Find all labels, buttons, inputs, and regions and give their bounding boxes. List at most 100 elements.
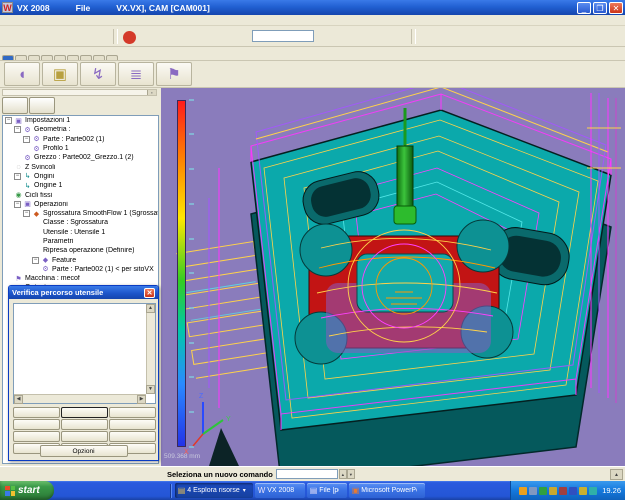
- maximize-button[interactable]: ❐: [593, 2, 607, 14]
- tree-expander-icon[interactable]: −: [14, 126, 21, 133]
- pick-button[interactable]: [61, 419, 108, 430]
- tree-cicli-fissi[interactable]: − ◉ Cicli fissi: [3, 190, 158, 199]
- dialog-title-bar[interactable]: Verifica percorso utensile ✕: [9, 286, 158, 299]
- pause-button[interactable]: [61, 407, 108, 418]
- close-button[interactable]: ✕: [609, 2, 623, 14]
- cam-setup-icon[interactable]: ◖: [4, 62, 40, 86]
- blank-button-1[interactable]: [61, 431, 108, 442]
- tree-geometria[interactable]: − ⚙ Geometria :: [3, 125, 158, 134]
- scroll-up-icon[interactable]: ▲: [146, 304, 155, 313]
- gold-app-icon[interactable]: [144, 485, 154, 497]
- show-desktop-icon[interactable]: [72, 485, 82, 497]
- tree-expander-icon[interactable]: −: [23, 136, 30, 143]
- tray-icon-4[interactable]: [549, 487, 557, 495]
- tab-3-assi-qm[interactable]: [54, 55, 66, 60]
- zoom-window-icon[interactable]: [418, 27, 435, 44]
- tray-icon-1[interactable]: [519, 487, 527, 495]
- orange-app-icon[interactable]: [96, 485, 106, 497]
- tray-icon-6[interactable]: [569, 487, 577, 495]
- tree-feature-parte[interactable]: − ⚙ Parte : Parte002 (1) < per sitoVX: [3, 265, 158, 274]
- tree-expander-icon[interactable]: −: [5, 117, 12, 124]
- task-file[interactable]: ▤ File [pe...: [307, 483, 347, 498]
- tray-icon-7[interactable]: [579, 487, 587, 495]
- shade-cube-icon[interactable]: [454, 27, 471, 44]
- panel-cam-manager-button[interactable]: [2, 97, 28, 114]
- tree-profilo-1[interactable]: − ⚙ Profilo 1: [3, 144, 158, 153]
- tree-parametri[interactable]: − Parametri: [3, 237, 158, 246]
- tab-impostazioni[interactable]: [2, 55, 14, 60]
- notepad-icon[interactable]: [84, 485, 94, 497]
- edit-sketch-icon[interactable]: [319, 27, 336, 44]
- new-document-icon[interactable]: [3, 27, 20, 44]
- confirm-icon[interactable]: [229, 27, 246, 44]
- tree-utensile[interactable]: − Utensile : Utensile 1: [3, 228, 158, 237]
- minimize-button[interactable]: _: [577, 2, 591, 14]
- readout-hscrollbar[interactable]: ◀ ▶: [14, 394, 146, 403]
- dropdown-arrow-icon[interactable]: [472, 27, 479, 44]
- task-esplora-risorse[interactable]: ▤ 4 Esplora risorse ▾: [175, 483, 253, 498]
- regenerate-icon[interactable]: [175, 27, 192, 44]
- tree-operazioni[interactable]: − ▣ Operazioni: [3, 200, 158, 209]
- trace-points-icon[interactable]: [506, 27, 523, 44]
- cam-levels-icon[interactable]: ≣: [118, 62, 154, 86]
- panel-scroll-strip[interactable]: ▪: [2, 89, 157, 96]
- redo-icon[interactable]: [157, 27, 174, 44]
- tree-origine-1[interactable]: − ↳ Origine 1: [3, 181, 158, 190]
- tab-output[interactable]: [93, 55, 105, 60]
- tray-icon-8[interactable]: [589, 487, 597, 495]
- tree-impostazioni-1[interactable]: − ▣ Impostazioni 1: [3, 116, 158, 125]
- media-app-icon[interactable]: [108, 485, 118, 497]
- scroll-left-icon[interactable]: ◀: [14, 395, 23, 404]
- spinner-down-icon[interactable]: ▼: [347, 469, 355, 479]
- task-powerpoint[interactable]: ▣ Microsoft PowerPoint ...: [349, 483, 425, 498]
- toolbar-button[interactable]: [113, 29, 118, 44]
- tree-parte[interactable]: − ⚙ Parte : Parte002 (1): [3, 135, 158, 144]
- step-back-button[interactable]: [13, 407, 60, 418]
- end-button[interactable]: [109, 431, 156, 442]
- abort-icon[interactable]: [123, 31, 136, 44]
- toolbar-input[interactable]: [252, 30, 314, 42]
- tray-icon-2[interactable]: [529, 487, 537, 495]
- start-button[interactable]: [13, 431, 60, 442]
- save-icon[interactable]: [39, 27, 56, 44]
- visualize-icon[interactable]: [337, 27, 354, 44]
- tree-expander-icon[interactable]: −: [23, 210, 30, 217]
- eraser-icon[interactable]: [75, 27, 92, 44]
- step-forward-button[interactable]: [109, 407, 156, 418]
- command-input[interactable]: [276, 469, 338, 479]
- forward-arrow-icon[interactable]: [391, 27, 408, 44]
- view-sphere-icon[interactable]: [480, 27, 497, 44]
- fast-forward-button[interactable]: [109, 419, 156, 430]
- tree-origini[interactable]: − ↳ Origini: [3, 172, 158, 181]
- toolbar-button[interactable]: [411, 29, 416, 44]
- print-icon[interactable]: [57, 27, 74, 44]
- ie-icon[interactable]: [60, 485, 70, 497]
- tree-z-svincoli[interactable]: − ◌ Z Svincoli: [3, 162, 158, 171]
- cam-tool-path-icon[interactable]: ↯: [80, 62, 116, 86]
- tree-expander-icon[interactable]: −: [32, 257, 39, 264]
- scroll-down-icon[interactable]: ▼: [146, 385, 155, 394]
- open-folder-icon[interactable]: [21, 27, 38, 44]
- tab-analisi[interactable]: [106, 55, 118, 60]
- tree-feature[interactable]: − ◆ Feature: [3, 255, 158, 264]
- tree-grezzo[interactable]: − ⚙ Grezzo : Parte002_Grezzo.1 (2): [3, 153, 158, 162]
- panel-rotate-button[interactable]: [29, 97, 55, 114]
- tray-icon-3[interactable]: [539, 487, 547, 495]
- task-vx-2008[interactable]: W VX 2008: [255, 483, 305, 498]
- curve-icon[interactable]: [355, 27, 372, 44]
- dark-app-icon[interactable]: [132, 485, 142, 497]
- 3d-viewport[interactable]: Z Y X 509.368 mm: [161, 88, 625, 466]
- tree-expander-icon[interactable]: −: [14, 201, 21, 208]
- tab-features[interactable]: [15, 55, 27, 60]
- command-history-spinner[interactable]: ▲ ▼: [339, 469, 355, 479]
- options-button[interactable]: Opzioni: [40, 445, 128, 457]
- statusbar-expand-button[interactable]: ▲: [610, 469, 623, 480]
- tree-ripresa[interactable]: − Ripresa operazione (Definire): [3, 246, 158, 255]
- tab-5-assi[interactable]: [67, 55, 79, 60]
- tab-2-assi[interactable]: [28, 55, 40, 60]
- vx-quicklaunch-icon[interactable]: [156, 485, 166, 497]
- spinner-up-icon[interactable]: ▲: [339, 469, 347, 479]
- scroll-right-icon[interactable]: ▶: [137, 395, 146, 404]
- back-arrow-icon[interactable]: [373, 27, 390, 44]
- blue-app-icon[interactable]: [120, 485, 130, 497]
